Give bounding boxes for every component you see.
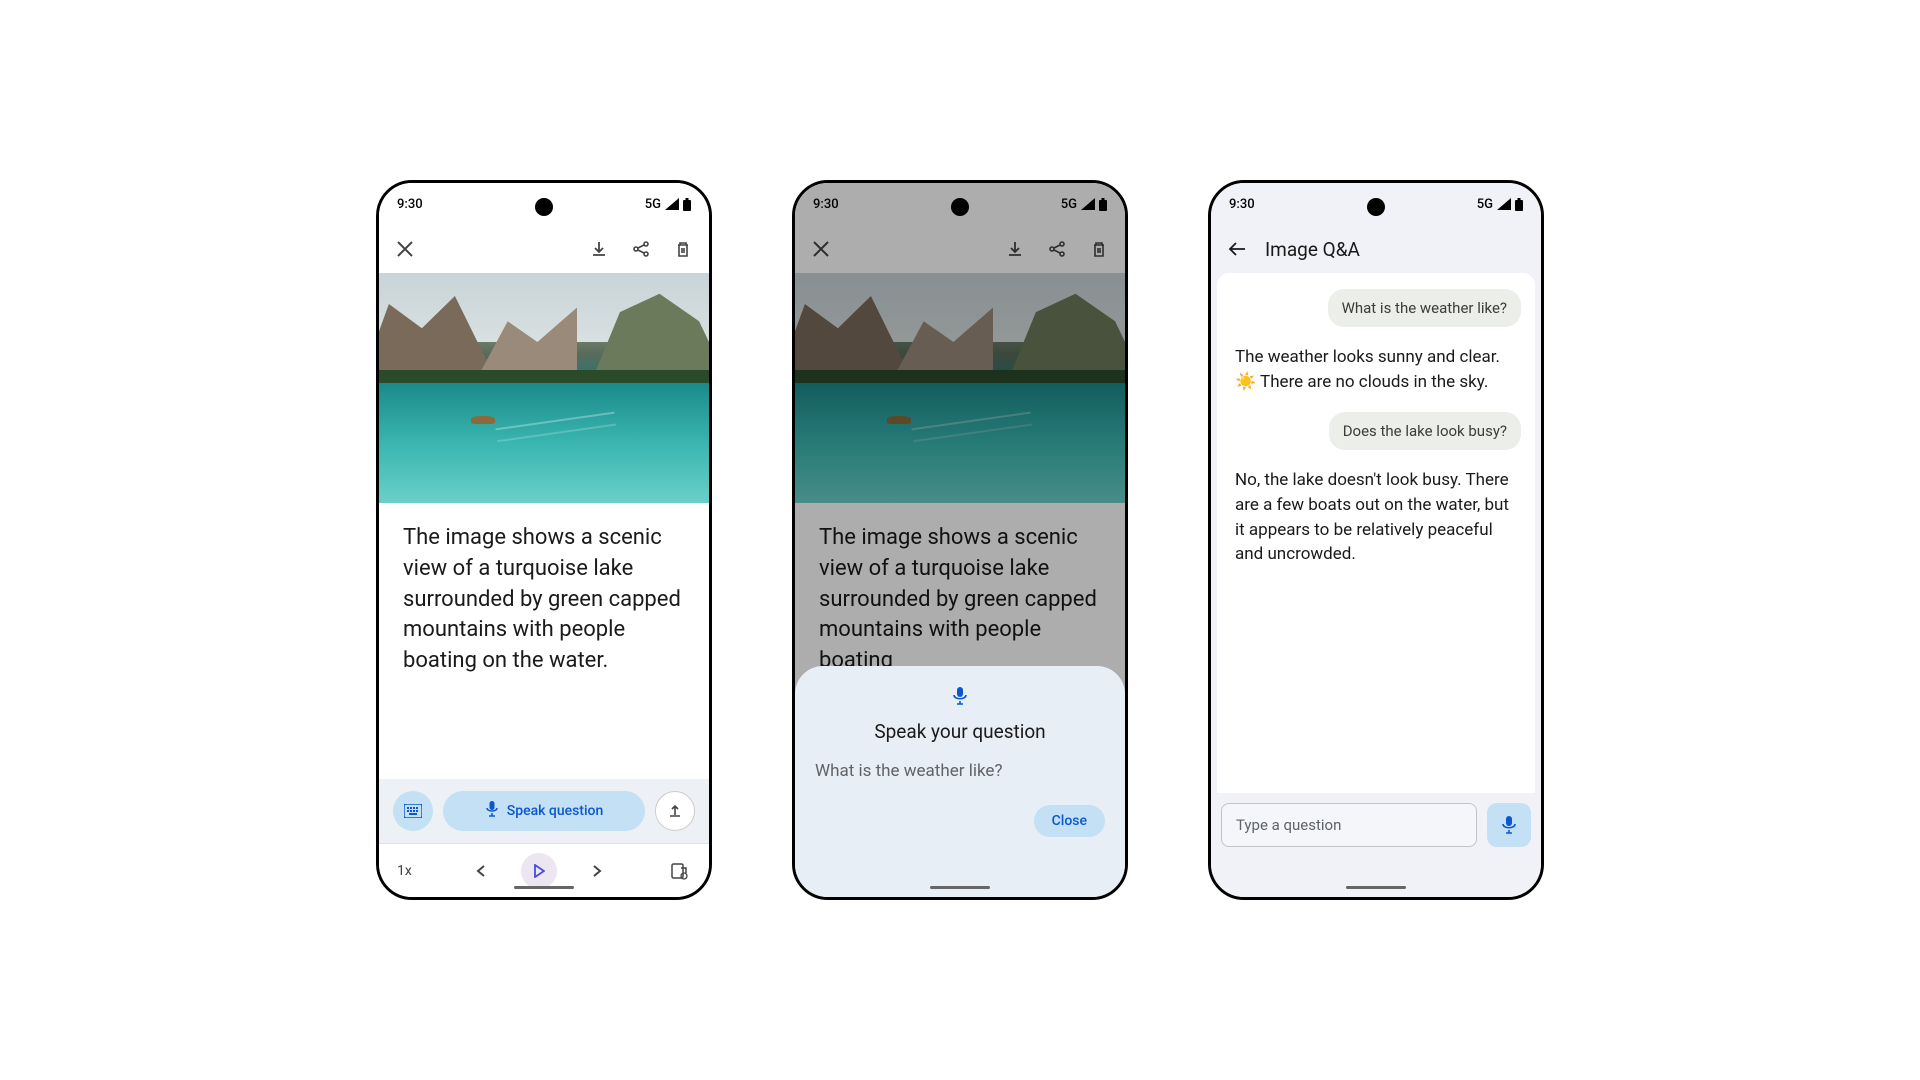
mic-icon	[952, 686, 968, 710]
mic-icon	[485, 800, 499, 822]
page-title: Image Q&A	[1265, 238, 1360, 261]
chat-text-input[interactable]: Type a question	[1221, 803, 1477, 847]
chat-input-row: Type a question	[1211, 793, 1541, 897]
download-icon[interactable]	[587, 237, 611, 261]
share-icon[interactable]	[629, 237, 653, 261]
sheet-title: Speak your question	[874, 720, 1045, 743]
next-icon[interactable]	[585, 859, 609, 883]
home-indicator	[514, 886, 574, 889]
previous-icon[interactable]	[469, 859, 493, 883]
upload-button[interactable]	[655, 791, 695, 831]
close-label: Close	[1052, 813, 1087, 829]
assistant-message: The weather looks sunny and clear. ☀️ Th…	[1231, 341, 1521, 398]
speak-question-button[interactable]: Speak question	[443, 791, 645, 831]
assistant-message-text: The weather looks sunny and clear. ☀️ Th…	[1235, 347, 1500, 392]
close-button[interactable]: Close	[1034, 805, 1105, 837]
speak-question-label: Speak question	[507, 803, 604, 819]
play-button[interactable]	[521, 853, 557, 889]
status-time: 9:30	[397, 197, 423, 212]
camera-hole	[951, 198, 969, 216]
user-message: Does the lake look busy?	[1329, 412, 1521, 450]
signal-icon	[1497, 198, 1511, 210]
user-message-text: Does the lake look busy?	[1343, 422, 1507, 440]
back-icon[interactable]	[1225, 237, 1249, 261]
status-network: 5G	[645, 197, 661, 212]
chat-app-bar: Image Q&A	[1211, 225, 1541, 273]
camera-hole	[535, 198, 553, 216]
camera-hole	[1367, 198, 1385, 216]
speak-bottom-sheet: Speak your question What is the weather …	[795, 666, 1125, 897]
export-icon[interactable]	[667, 859, 691, 883]
image-preview	[379, 273, 709, 503]
assistant-message: No, the lake doesn't look busy. There ar…	[1231, 464, 1521, 571]
mic-button[interactable]	[1487, 803, 1531, 847]
assistant-message-text: No, the lake doesn't look busy. There ar…	[1235, 470, 1509, 564]
chat-body: What is the weather like? The weather lo…	[1217, 273, 1535, 793]
delete-icon[interactable]	[671, 237, 695, 261]
user-message: What is the weather like?	[1328, 289, 1521, 327]
voice-transcript: What is the weather like?	[815, 761, 1002, 781]
phone-screen-1: 9:30 5G The image shows a scenic view of…	[376, 180, 712, 900]
phone-screen-2: 9:30 5G The image shows a scenic view of…	[792, 180, 1128, 900]
status-network: 5G	[1477, 197, 1493, 212]
battery-icon	[1515, 198, 1523, 211]
playback-speed[interactable]: 1x	[397, 863, 412, 879]
status-time: 9:30	[1229, 197, 1255, 212]
phone-screen-3: 9:30 5G Image Q&A What is the weather li…	[1208, 180, 1544, 900]
chat-input-placeholder: Type a question	[1236, 816, 1341, 834]
user-message-text: What is the weather like?	[1342, 299, 1507, 317]
home-indicator	[1346, 886, 1406, 889]
signal-icon	[665, 198, 679, 210]
app-bar	[379, 225, 709, 273]
image-description: The image shows a scenic view of a turqu…	[379, 503, 709, 779]
input-bar: Speak question	[379, 779, 709, 843]
close-icon[interactable]	[393, 237, 417, 261]
keyboard-button[interactable]	[393, 791, 433, 831]
battery-icon	[683, 198, 691, 211]
home-indicator	[930, 886, 990, 889]
